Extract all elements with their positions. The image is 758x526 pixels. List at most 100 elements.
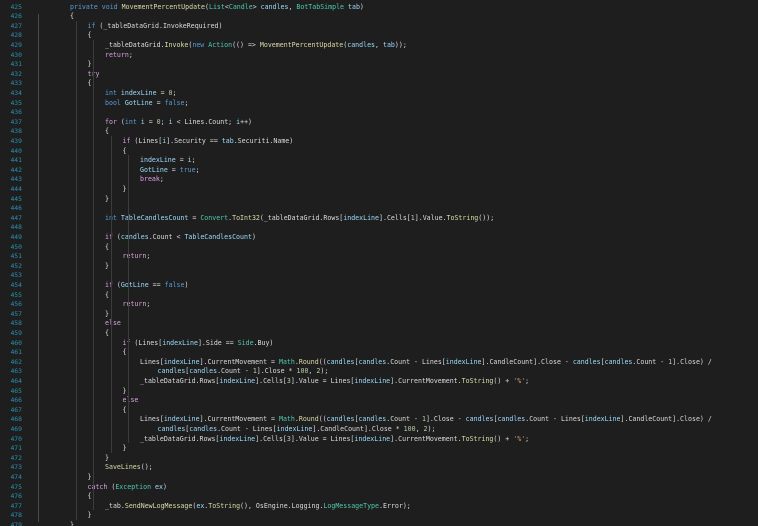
line-number: 453 (10, 271, 22, 280)
code-token: indexLine (343, 213, 379, 222)
code-token: .Count - Lines[ (386, 357, 446, 366)
code-line[interactable]: candles[candles.Count - Lines[indexLine]… (46, 424, 758, 434)
code-line[interactable] (46, 222, 758, 232)
line-number: 448 (10, 223, 22, 232)
code-token: ToInt32 (232, 213, 260, 222)
code-line[interactable]: candles[candles.Count - 1].Close * 100, … (46, 366, 758, 376)
code-token: < Lines.Count; (172, 117, 237, 126)
code-token: .Count - Lines[ (525, 415, 585, 424)
code-line[interactable] (46, 107, 758, 117)
code-line[interactable]: _tableDataGrid.Rows[indexLine].Cells[3].… (46, 434, 758, 444)
code-token: MovementPercentUpdate (259, 40, 344, 49)
code-line[interactable]: for (int i = 0; i < Lines.Count; i++) (46, 117, 758, 127)
code-line[interactable]: } (46, 194, 758, 204)
code-line[interactable]: } (46, 59, 758, 69)
code-line[interactable]: { (46, 78, 758, 88)
code-area[interactable]: private void MovementPercentUpdate(List<… (46, 0, 758, 526)
code-token: ); (320, 367, 329, 376)
code-line[interactable]: { (46, 126, 758, 136)
code-line[interactable]: if (GotLine == false) (46, 280, 758, 290)
line-number: 461 (10, 348, 22, 357)
code-line[interactable] (46, 203, 758, 213)
code-token: tab (382, 40, 395, 49)
code-token: } (122, 386, 127, 395)
code-line[interactable]: if (_tableDataGrid.InvokeRequired) (46, 21, 758, 31)
code-line[interactable]: try (46, 69, 758, 79)
code-line[interactable]: { (46, 290, 758, 300)
code-line[interactable]: { (46, 30, 758, 40)
code-line[interactable]: int indexLine = 0; (46, 88, 758, 98)
line-number: 427 (10, 21, 22, 30)
code-token: candles (157, 424, 186, 433)
code-editor[interactable]: 425 426 427 428 429 430 431 432 433 434 435 436 437 4… (0, 0, 758, 526)
code-line[interactable]: { (46, 146, 758, 156)
code-token: Lines[ (140, 415, 164, 424)
code-line[interactable]: return; (46, 251, 758, 261)
line-number: 429 (10, 40, 22, 49)
code-line[interactable]: else (46, 318, 758, 328)
code-line[interactable]: _tableDataGrid.Invoke(new Action(() => M… (46, 40, 758, 50)
code-token: = (167, 165, 180, 174)
code-line[interactable]: if (Lines[i].Security == tab.Securiti.Na… (46, 136, 758, 146)
code-line[interactable]: } (46, 510, 758, 520)
code-token: ) (251, 232, 256, 241)
code-line[interactable]: Lines[indexLine].CurrentMovement = Math.… (46, 414, 758, 424)
code-line[interactable]: { (46, 347, 758, 357)
code-line[interactable]: break; (46, 174, 758, 184)
line-number: 435 (10, 98, 22, 107)
line-number: 464 (10, 376, 22, 385)
code-token: .Count - (386, 415, 422, 424)
code-line[interactable]: } (46, 309, 758, 319)
code-line[interactable]: { (46, 242, 758, 252)
code-line[interactable]: SaveLines(); (46, 462, 758, 472)
code-line[interactable]: GotLine = true; (46, 165, 758, 175)
code-line[interactable]: int TableCandlesCount = Convert.ToInt32(… (46, 213, 758, 223)
code-token: (_tableDataGrid.InvokeRequired) (99, 21, 223, 30)
code-token: Candle (228, 2, 253, 11)
code-line[interactable]: { (46, 11, 758, 21)
code-token: .Count - (217, 367, 253, 376)
code-token: Math (278, 357, 295, 366)
code-token: } (105, 194, 109, 203)
code-token: Round (298, 357, 319, 366)
code-line[interactable]: if (candles.Count < TableCandlesCount) (46, 232, 758, 242)
code-line[interactable] (46, 270, 758, 280)
code-line[interactable]: private void MovementPercentUpdate(List<… (46, 2, 758, 12)
code-line[interactable]: return; (46, 50, 758, 60)
line-number: 475 (10, 482, 22, 491)
line-number: 445 (10, 194, 22, 203)
code-token: LogMessageType (323, 501, 379, 510)
line-number: 456 (10, 300, 22, 309)
code-line[interactable]: bool GotLine = false; (46, 98, 758, 108)
code-token: return (122, 252, 147, 261)
code-line[interactable]: if (Lines[indexLine].Side == Side.Buy) (46, 338, 758, 348)
code-token: .Error); (379, 501, 411, 510)
code-token: { (87, 31, 92, 40)
code-line[interactable]: } (46, 453, 758, 463)
code-line[interactable]: } (46, 520, 758, 526)
code-token: } (105, 309, 109, 318)
code-line[interactable]: indexLine = i; (46, 155, 758, 165)
code-token: ToString (208, 501, 241, 510)
code-line[interactable]: } (46, 443, 758, 453)
code-line[interactable]: { (46, 405, 758, 415)
code-token: SaveLines (105, 463, 141, 472)
code-line[interactable]: { (46, 491, 758, 501)
code-line[interactable]: } (46, 184, 758, 194)
code-token: } (87, 511, 92, 520)
code-line[interactable]: else (46, 395, 758, 405)
code-line[interactable]: } (46, 472, 758, 482)
code-line[interactable]: _tableDataGrid.Rows[indexLine].Cells[3].… (46, 376, 758, 386)
code-token: true (179, 165, 196, 174)
line-number: 458 (10, 319, 22, 328)
code-line[interactable]: catch (Exception ex) (46, 482, 758, 492)
code-line[interactable]: Lines[indexLine].CurrentMovement = Math.… (46, 357, 758, 367)
code-token: candles (189, 424, 218, 433)
code-line[interactable]: } (46, 261, 758, 271)
line-number: 467 (10, 405, 22, 414)
code-line[interactable]: } (46, 386, 758, 396)
code-token: break (140, 175, 160, 184)
code-line[interactable]: _tab.SendNewLogMessage(ex.ToString(), Os… (46, 501, 758, 511)
code-line[interactable]: { (46, 328, 758, 338)
code-line[interactable]: return; (46, 299, 758, 309)
